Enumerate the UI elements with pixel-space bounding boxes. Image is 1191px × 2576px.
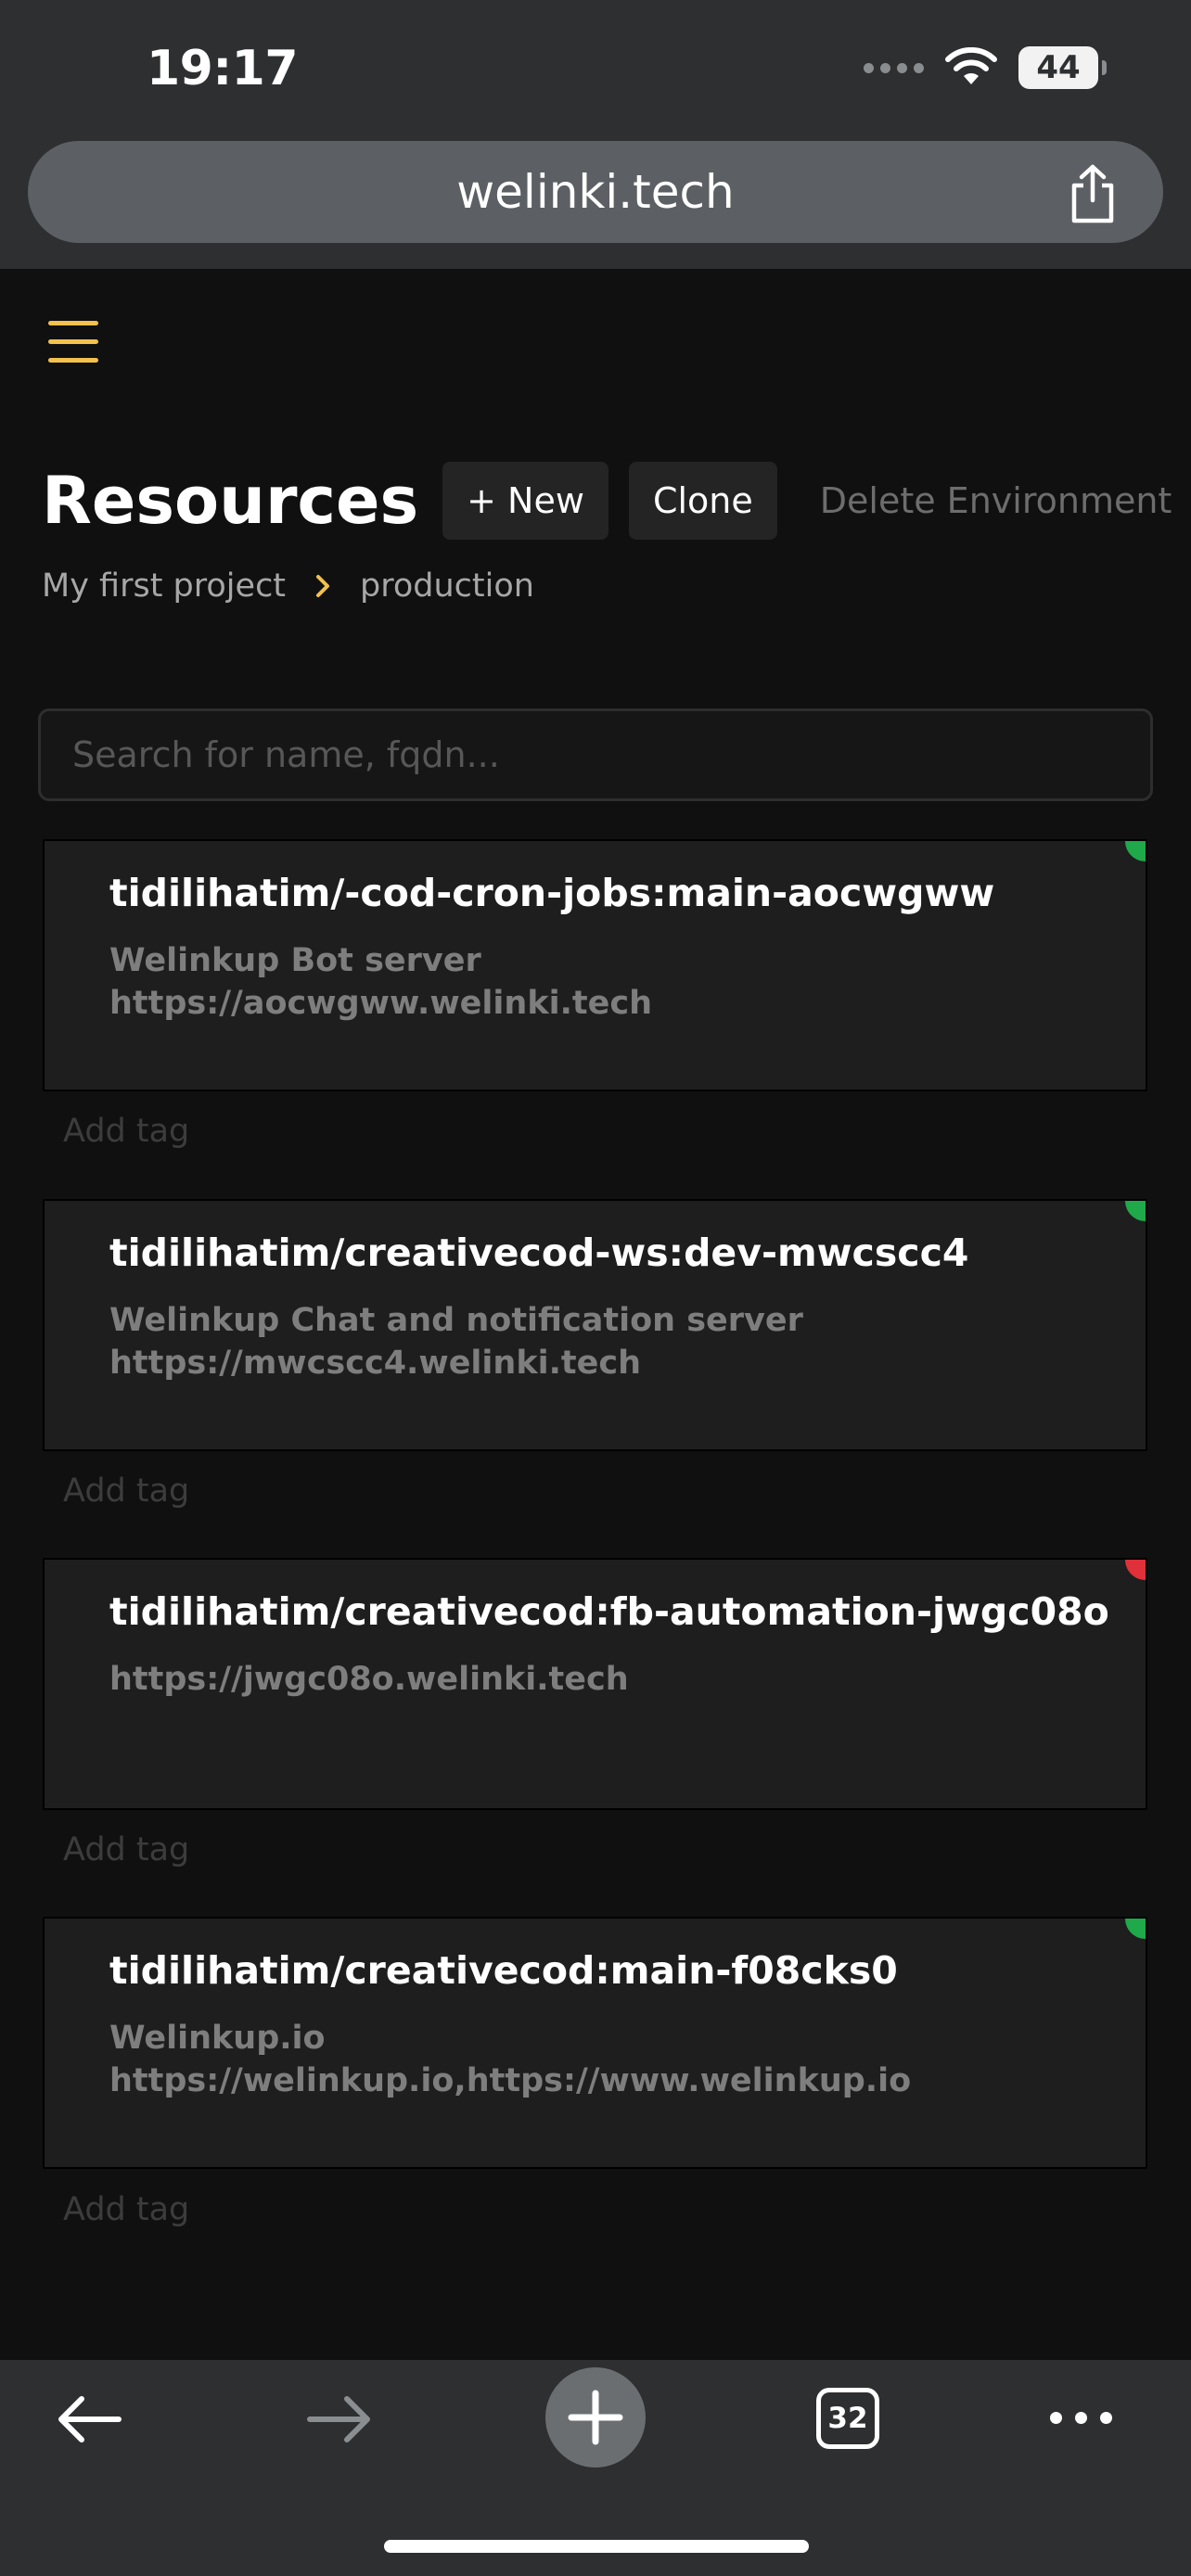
status-indicator [1125, 1201, 1146, 1221]
resource-name: tidilihatim/-cod-cron-jobs:main-aocwgww [109, 871, 995, 915]
resource-name: tidilihatim/creativecod:main-f08cks0 [109, 1948, 898, 1993]
resource-name: tidilihatim/creativecod-ws:dev-mwcscc4 [109, 1231, 969, 1275]
page-header: Resources + New Clone Delete Environment [42, 462, 1172, 540]
status-time: 19:17 [147, 41, 299, 96]
status-indicator [1125, 1560, 1146, 1580]
status-indicator [1125, 1919, 1146, 1939]
add-tag-button[interactable]: Add tag [63, 1473, 189, 1510]
url-text: welinki.tech [456, 165, 735, 219]
resource-url: https://aocwgww.welinki.tech [109, 985, 653, 1022]
resource-details: Welinkup Chat and notification server ht… [109, 1299, 803, 1384]
address-bar[interactable]: welinki.tech [28, 141, 1163, 243]
back-arrow-icon[interactable] [54, 2393, 122, 2445]
browser-bottom-toolbar: 32 [0, 2360, 1191, 2576]
plus-icon [568, 2390, 623, 2445]
add-tag-button[interactable]: Add tag [63, 1831, 189, 1868]
resource-url: https://welinkup.io,https://www.welinkup… [109, 2062, 912, 2099]
resource-description: Welinkup.io [109, 2020, 326, 2057]
resource-description: Welinkup Bot server [109, 942, 481, 979]
resource-card[interactable]: tidilihatim/creativecod-ws:dev-mwcscc4 W… [43, 1199, 1147, 1451]
more-options-icon[interactable] [1050, 2412, 1112, 2424]
breadcrumb-environment[interactable]: production [360, 567, 534, 605]
resource-name: tidilihatim/creativecod:fb-automation-jw… [109, 1589, 1109, 1634]
breadcrumb: My first project production [42, 567, 534, 605]
wifi-icon [945, 47, 997, 84]
page-title: Resources [42, 463, 419, 539]
search-input[interactable] [38, 708, 1153, 801]
breadcrumb-project[interactable]: My first project [42, 567, 286, 605]
resource-url: https://mwcscc4.welinki.tech [109, 1345, 642, 1382]
new-tab-button[interactable] [545, 2367, 646, 2468]
add-tag-button[interactable]: Add tag [63, 2191, 189, 2228]
status-icons: 44 [864, 46, 1107, 89]
resource-card[interactable]: tidilihatim/-cod-cron-jobs:main-aocwgww … [43, 839, 1147, 1091]
resource-card[interactable]: tidilihatim/creativecod:fb-automation-jw… [43, 1558, 1147, 1810]
tabs-button[interactable]: 32 [816, 2388, 879, 2449]
home-indicator [384, 2540, 809, 2553]
new-resource-button[interactable]: + New [442, 462, 608, 540]
add-tag-button[interactable]: Add tag [63, 1113, 189, 1150]
app-page: 19:17 44 welinki.tech Resources + New Cl… [0, 0, 1191, 2576]
resource-details: https://jwgc08o.welinki.tech [109, 1658, 629, 1701]
resource-card[interactable]: tidilihatim/creativecod:main-f08cks0 Wel… [43, 1917, 1147, 2169]
resource-description: Welinkup Chat and notification server [109, 1302, 803, 1339]
resource-url: https://jwgc08o.welinki.tech [109, 1661, 629, 1698]
battery-icon: 44 [1018, 46, 1107, 89]
status-indicator [1125, 841, 1146, 861]
cellular-signal-icon [864, 62, 924, 73]
resource-details: Welinkup Bot server https://aocwgww.weli… [109, 939, 652, 1025]
clone-button[interactable]: Clone [628, 462, 777, 540]
resource-details: Welinkup.io https://welinkup.io,https://… [109, 2017, 911, 2102]
chevron-right-icon [316, 575, 330, 597]
hamburger-menu-icon[interactable] [48, 321, 98, 363]
forward-arrow-icon[interactable] [306, 2393, 375, 2445]
delete-environment-button[interactable]: Delete Environment [820, 480, 1172, 521]
share-icon[interactable] [1065, 163, 1121, 224]
browser-top-bar: 19:17 44 welinki.tech [0, 0, 1191, 269]
